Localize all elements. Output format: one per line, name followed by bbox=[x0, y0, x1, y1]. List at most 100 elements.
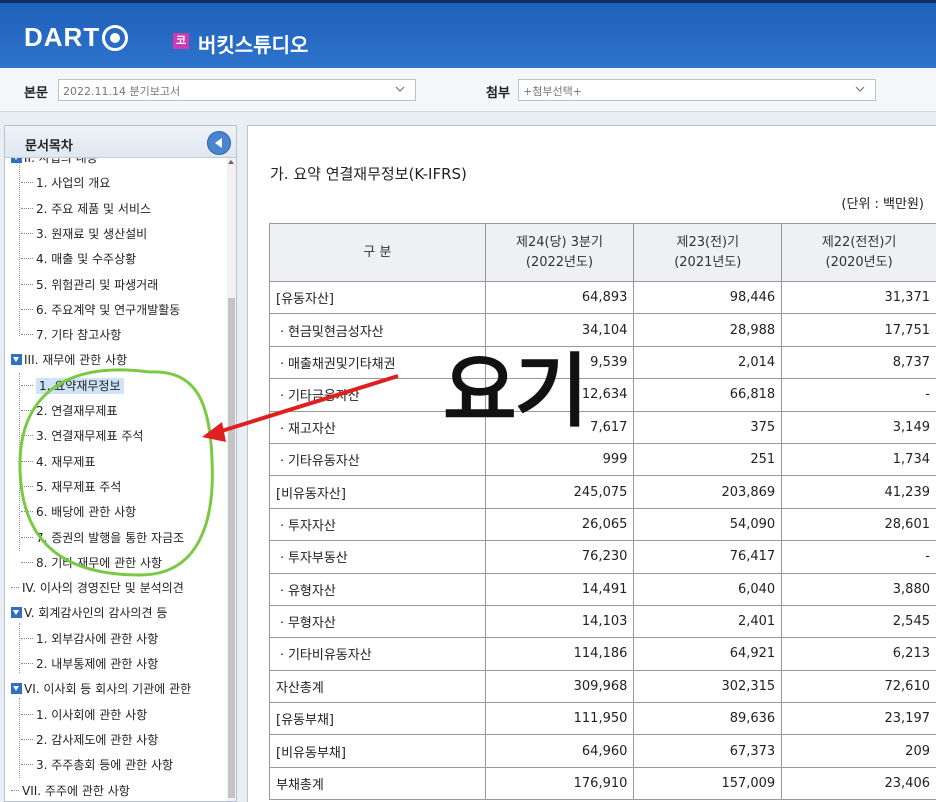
toc-subitem[interactable]: 1. 사업의 개요 bbox=[21, 172, 110, 194]
tree-branch bbox=[21, 182, 33, 184]
value-cell: 245,075 bbox=[484, 475, 635, 509]
toc-subitem[interactable]: 2. 연결재무제표 bbox=[21, 400, 118, 422]
toc-subitem[interactable]: 4. 매출 및 수주상황 bbox=[21, 248, 136, 270]
collapse-toggle-icon[interactable] bbox=[11, 354, 22, 366]
value-cell: 157,009 bbox=[633, 766, 783, 801]
toc-item-label: II. 사업의 내용 bbox=[24, 158, 98, 165]
main-doc-label: 본문 bbox=[24, 86, 48, 101]
tree-branch bbox=[21, 308, 33, 310]
toc-subitem[interactable]: 3. 주주총회 등에 관한 사항 bbox=[21, 754, 173, 776]
scroll-up-icon[interactable] bbox=[228, 160, 234, 164]
toc-section-item[interactable]: IV. 이사의 경영진단 및 분석의견 bbox=[11, 577, 184, 599]
header-top-border bbox=[0, 0, 936, 3]
toc-section-item[interactable]: II. 사업의 내용 bbox=[11, 158, 98, 169]
toc-item-label: 7. 증권의 발행을 통한 자금조 bbox=[36, 530, 185, 545]
tree-branch bbox=[11, 587, 19, 589]
toc-subitem[interactable]: 4. 재무제표 bbox=[21, 451, 95, 473]
value-cell: 6,213 bbox=[781, 637, 936, 671]
toc-section-item[interactable]: III. 재무에 관한 사항 bbox=[11, 349, 127, 371]
toc-section-item[interactable]: VII. 주주에 관한 사항 bbox=[11, 780, 130, 802]
toc-subitem[interactable]: 2. 주요 제품 및 서비스 bbox=[21, 198, 151, 220]
toc-guide-line bbox=[19, 623, 20, 673]
toc-header: 문서목차 bbox=[5, 126, 236, 158]
company-name: 버킷스튜디오 bbox=[198, 33, 309, 57]
toc-subitem[interactable]: 7. 기타 참고사항 bbox=[21, 324, 121, 346]
main-doc-select-value: 2022.11.14 분기보고서 bbox=[63, 85, 181, 98]
toc-section-item[interactable]: V. 회계감사인의 감사의견 등 bbox=[11, 602, 167, 624]
attachment-select-value: +첨부선택+ bbox=[523, 85, 582, 98]
table-row: ㆍ매출채권및기타채권 9,539 2,014 8,737 bbox=[269, 345, 936, 380]
value-cell: 2,014 bbox=[633, 345, 783, 380]
market-badge: 코 bbox=[173, 33, 189, 49]
toc-subitem[interactable]: 5. 위험관리 및 파생거래 bbox=[21, 274, 158, 296]
tree-branch bbox=[21, 283, 33, 285]
toc-subitem[interactable]: 2. 내부통제에 관한 사항 bbox=[21, 653, 158, 675]
value-cell: 2,545 bbox=[781, 604, 936, 639]
value-cell: 114,186 bbox=[484, 637, 635, 671]
table-header-row: 구 분 제24(당) 3분기 (2022년도) 제23(전)기 (2021년도) 제22(… bbox=[269, 223, 936, 282]
toc-subitem[interactable]: 1. 요약재무정보 bbox=[21, 375, 124, 397]
toc-subitem[interactable]: 8. 기타 재무에 관한 사항 bbox=[21, 552, 162, 574]
tree-branch bbox=[21, 207, 33, 209]
toc-subitem[interactable]: 6. 주요계약 및 연구개발활동 bbox=[21, 299, 180, 321]
collapse-toggle-icon[interactable] bbox=[11, 683, 22, 695]
toc-item-label: 1. 사업의 개요 bbox=[36, 176, 111, 191]
row-label-cell: ㆍ현금및현금성자산 bbox=[269, 313, 486, 347]
collapse-sidebar-button[interactable] bbox=[207, 131, 231, 155]
value-cell: 64,960 bbox=[484, 734, 635, 768]
scroll-thumb[interactable] bbox=[228, 298, 235, 798]
toc-subitem[interactable]: 1. 외부감사에 관한 사항 bbox=[21, 628, 158, 650]
value-cell: 176,910 bbox=[484, 766, 635, 801]
logo-mark-icon bbox=[102, 24, 129, 51]
toc-item-label: III. 재무에 관한 사항 bbox=[24, 353, 128, 368]
toc-item-label: 3. 주주총회 등에 관한 사항 bbox=[36, 758, 174, 773]
toc-item-label: 3. 원재료 및 생산설비 bbox=[36, 226, 148, 241]
toc-item-label: 1. 외부감사에 관한 사항 bbox=[36, 631, 159, 646]
toc-scrollbar[interactable] bbox=[227, 158, 236, 801]
toc-section-item[interactable]: VI. 이사회 등 회사의 기관에 관한 bbox=[11, 678, 191, 700]
value-cell: 76,417 bbox=[633, 540, 783, 574]
main-doc-select[interactable]: 2022.11.14 분기보고서 bbox=[58, 79, 416, 101]
value-cell: 1,734 bbox=[781, 442, 936, 477]
value-cell: 309,968 bbox=[484, 669, 635, 704]
toc-subitem[interactable]: 3. 원재료 및 생산설비 bbox=[21, 223, 147, 245]
row-label-cell: ㆍ기타유동자산 bbox=[269, 442, 486, 477]
toc-subitem[interactable]: 7. 증권의 발행을 통한 자금조 bbox=[21, 527, 184, 549]
tree-branch bbox=[21, 561, 33, 563]
toc-item-label: 4. 매출 및 수주상황 bbox=[36, 252, 137, 267]
toc-subitem[interactable]: 5. 재무제표 주석 bbox=[21, 476, 121, 498]
tree-branch bbox=[21, 536, 33, 538]
value-cell: 89,636 bbox=[633, 702, 783, 736]
tree-branch bbox=[21, 764, 33, 766]
value-cell: 375 bbox=[633, 410, 783, 444]
value-cell: - bbox=[781, 378, 936, 412]
dart-logo[interactable]: DART bbox=[24, 22, 129, 53]
tree-branch bbox=[21, 258, 33, 260]
toc-item-label: VI. 이사회 등 회사의 기관에 관한 bbox=[24, 682, 192, 697]
attachment-select[interactable]: +첨부선택+ bbox=[518, 79, 876, 101]
collapse-toggle-icon[interactable] bbox=[11, 607, 22, 619]
logo-text: DART bbox=[24, 22, 101, 52]
value-cell: 3,149 bbox=[781, 410, 936, 444]
attachment-label: 첨부 bbox=[486, 86, 510, 101]
toc-item-label: 2. 연결재무제표 bbox=[36, 404, 118, 418]
toc-subitem[interactable]: 3. 연결재무제표 주석 bbox=[21, 425, 143, 447]
row-label-cell: ㆍ기타비유동자산 bbox=[269, 637, 486, 671]
table-row: ㆍ기타비유동자산 114,186 64,921 6,213 bbox=[269, 637, 936, 671]
tree-branch bbox=[21, 637, 33, 639]
table-row: 부채총계 176,910 157,009 23,406 bbox=[269, 766, 936, 801]
toc-subitem[interactable]: 1. 이사회에 관한 사항 bbox=[21, 704, 147, 726]
value-cell: 26,065 bbox=[484, 507, 635, 542]
column-header-line: 제23(전)기 bbox=[676, 234, 740, 250]
collapse-toggle-icon[interactable] bbox=[11, 158, 22, 163]
tree-branch bbox=[21, 511, 33, 513]
column-header-line: 제24(당) 3분기 bbox=[516, 234, 603, 250]
document-content: 가. 요약 연결재무정보(K-IFRS) (단위 : 백만원) 구 분 제24(당… bbox=[247, 125, 936, 802]
column-header: 제23(전)기 (2021년도) bbox=[633, 223, 783, 282]
value-cell: 41,239 bbox=[781, 475, 936, 509]
toc-subitem[interactable]: 6. 배당에 관한 사항 bbox=[21, 501, 136, 523]
toc-subitem[interactable]: 2. 감사제도에 관한 사항 bbox=[21, 729, 158, 751]
toc-item-label: 6. 주요계약 및 연구개발활동 bbox=[36, 302, 181, 317]
toc-item-label: V. 회계감사인의 감사의견 등 bbox=[24, 606, 168, 621]
row-label-cell: 부채총계 bbox=[269, 766, 486, 801]
